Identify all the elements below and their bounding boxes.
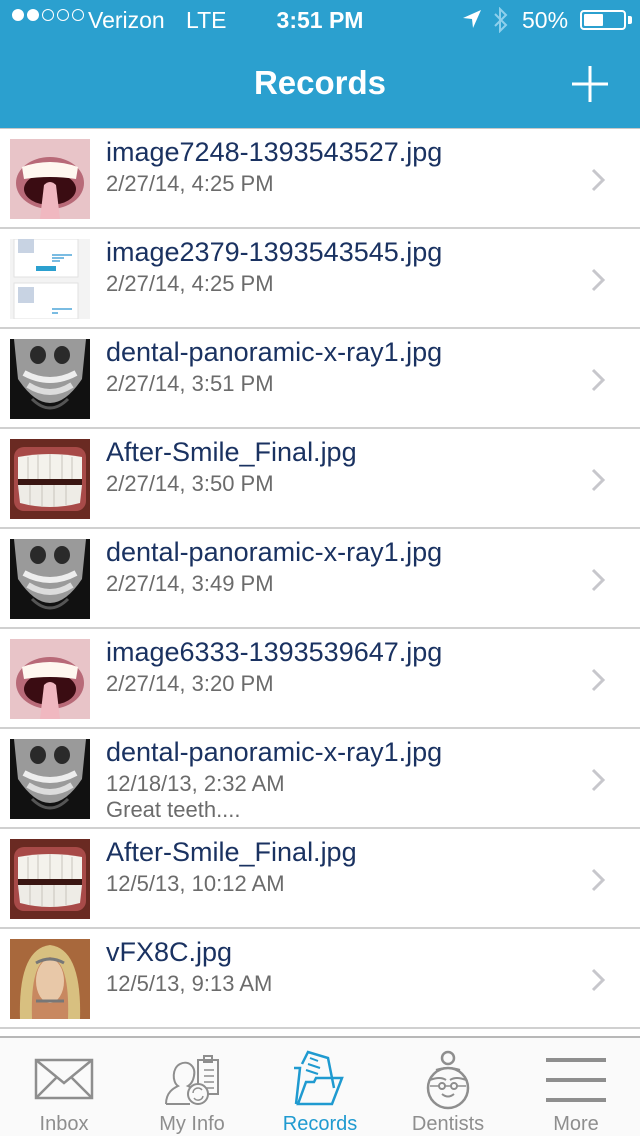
record-thumbnail xyxy=(10,439,90,519)
record-file-name: dental-panoramic-x-ray1.jpg xyxy=(106,337,443,367)
battery-percent: 50% xyxy=(522,7,569,33)
record-thumbnail xyxy=(10,339,90,419)
folder-documents-icon xyxy=(294,1050,344,1106)
chevron-right-icon xyxy=(591,668,606,692)
record-row[interactable]: image2379-1393543545.jpg 2/27/14, 4:25 P… xyxy=(0,229,640,329)
tab-label: Dentists xyxy=(411,1113,485,1135)
record-thumbnail xyxy=(10,839,90,919)
record-file-name: After-Smile_Final.jpg xyxy=(106,837,357,867)
battery-tip xyxy=(628,16,632,24)
record-file-name: image6333-1393539647.jpg xyxy=(106,637,443,667)
tab-label: My Info xyxy=(159,1113,225,1135)
tab-label: More xyxy=(553,1113,599,1135)
chevron-right-icon xyxy=(591,168,606,192)
record-row[interactable]: After-Smile_Final.jpg 2/27/14, 3:50 PM xyxy=(0,429,640,529)
record-file-name: image7248-1393543527.jpg xyxy=(106,137,443,167)
chevron-right-icon xyxy=(591,368,606,392)
chevron-right-icon xyxy=(591,968,606,992)
chevron-right-icon xyxy=(591,268,606,292)
record-date: 2/27/14, 4:25 PM xyxy=(106,171,274,196)
record-date: 12/18/13, 2:32 AM xyxy=(106,771,285,796)
location-arrow-icon xyxy=(463,10,481,28)
envelope-icon xyxy=(34,1058,94,1100)
tab-records[interactable]: Records xyxy=(256,1038,384,1136)
record-row[interactable]: vFX8C.jpg 12/5/13, 9:13 AM xyxy=(0,929,640,1029)
record-date: 2/27/14, 3:49 PM xyxy=(106,571,274,596)
record-row[interactable]: dental-panoramic-x-ray1.jpg 2/27/14, 3:5… xyxy=(0,329,640,429)
record-date: 2/27/14, 4:25 PM xyxy=(106,271,274,296)
page-title: Records xyxy=(253,64,387,101)
record-file-name: dental-panoramic-x-ray1.jpg xyxy=(106,537,443,567)
record-row[interactable]: dental-panoramic-x-ray1.jpg 12/18/13, 2:… xyxy=(0,729,640,829)
record-row[interactable]: image7248-1393543527.jpg 2/27/14, 4:25 P… xyxy=(0,129,640,229)
record-file-name: After-Smile_Final.jpg xyxy=(106,437,357,467)
tab-more[interactable]: More xyxy=(512,1038,640,1136)
record-thumbnail xyxy=(10,939,90,1019)
tab-inbox[interactable]: Inbox xyxy=(0,1038,128,1136)
record-thumbnail xyxy=(10,639,90,719)
tab-label: Inbox xyxy=(39,1113,89,1135)
record-thumbnail xyxy=(10,239,90,319)
record-date: 2/27/14, 3:51 PM xyxy=(106,371,274,396)
record-date: 12/5/13, 9:13 AM xyxy=(106,971,273,996)
tab-bar: Inbox My Info Records Dentists More xyxy=(0,1036,640,1136)
plus-icon[interactable] xyxy=(566,60,614,108)
record-row[interactable]: dental-panoramic-x-ray1.jpg 2/27/14, 3:4… xyxy=(0,529,640,629)
record-thumbnail xyxy=(10,539,90,619)
record-date: 2/27/14, 3:20 PM xyxy=(106,671,274,696)
record-row[interactable]: image6333-1393539647.jpg 2/27/14, 3:20 P… xyxy=(0,629,640,729)
hamburger-menu-icon xyxy=(546,1058,606,1102)
record-row-partial[interactable] xyxy=(0,1029,640,1036)
record-date: 12/5/13, 10:12 AM xyxy=(106,871,285,896)
bluetooth-icon xyxy=(494,7,508,33)
chevron-right-icon xyxy=(591,568,606,592)
record-row[interactable]: After-Smile_Final.jpg 12/5/13, 10:12 AM xyxy=(0,829,640,929)
status-bar: Verizon LTE 3:51 PM 50% xyxy=(0,0,640,40)
chevron-right-icon xyxy=(591,868,606,892)
chevron-right-icon xyxy=(591,768,606,792)
record-file-name: dental-panoramic-x-ray1.jpg xyxy=(106,737,443,767)
header: Verizon LTE 3:51 PM 50% Records xyxy=(0,0,640,128)
record-thumbnail xyxy=(10,139,90,219)
tab-label: Records xyxy=(282,1113,358,1135)
tab-my-info[interactable]: My Info xyxy=(128,1038,256,1136)
battery-level xyxy=(584,14,603,26)
records-list: image7248-1393543527.jpg 2/27/14, 4:25 P… xyxy=(0,128,640,1036)
record-file-name: image2379-1393543545.jpg xyxy=(106,237,443,267)
profile-clipboard-icon xyxy=(165,1055,219,1105)
record-note: Great teeth.... xyxy=(106,797,241,822)
record-thumbnail xyxy=(10,739,90,819)
chevron-right-icon xyxy=(591,468,606,492)
record-file-name: vFX8C.jpg xyxy=(106,937,233,967)
battery-icon xyxy=(580,10,626,30)
record-date: 2/27/14, 3:50 PM xyxy=(106,471,274,496)
dentist-face-icon xyxy=(426,1050,470,1110)
tab-dentists[interactable]: Dentists xyxy=(384,1038,512,1136)
